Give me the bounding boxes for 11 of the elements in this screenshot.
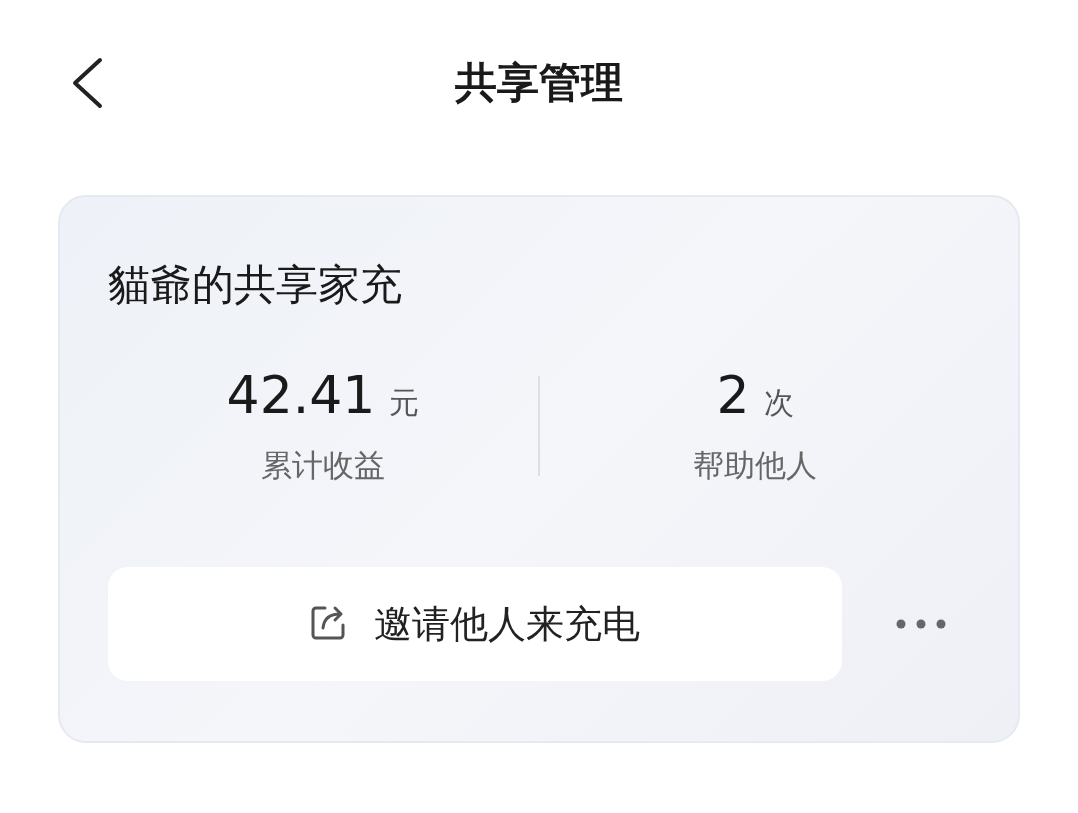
card-title: 貓爺的共享家充: [108, 259, 403, 311]
stat-unit: 元: [389, 384, 420, 422]
stat-label: 帮助他人: [693, 446, 817, 485]
stat-value: 42.41: [226, 365, 376, 425]
invite-button[interactable]: 邀请他人来充电: [108, 567, 842, 681]
back-icon[interactable]: [70, 57, 104, 109]
page-title: 共享管理: [455, 56, 623, 109]
stat-value: 2: [716, 365, 750, 425]
stat-unit: 次: [763, 384, 794, 422]
more-icon[interactable]: [896, 619, 946, 629]
stat-label: 累计收益: [261, 446, 385, 485]
